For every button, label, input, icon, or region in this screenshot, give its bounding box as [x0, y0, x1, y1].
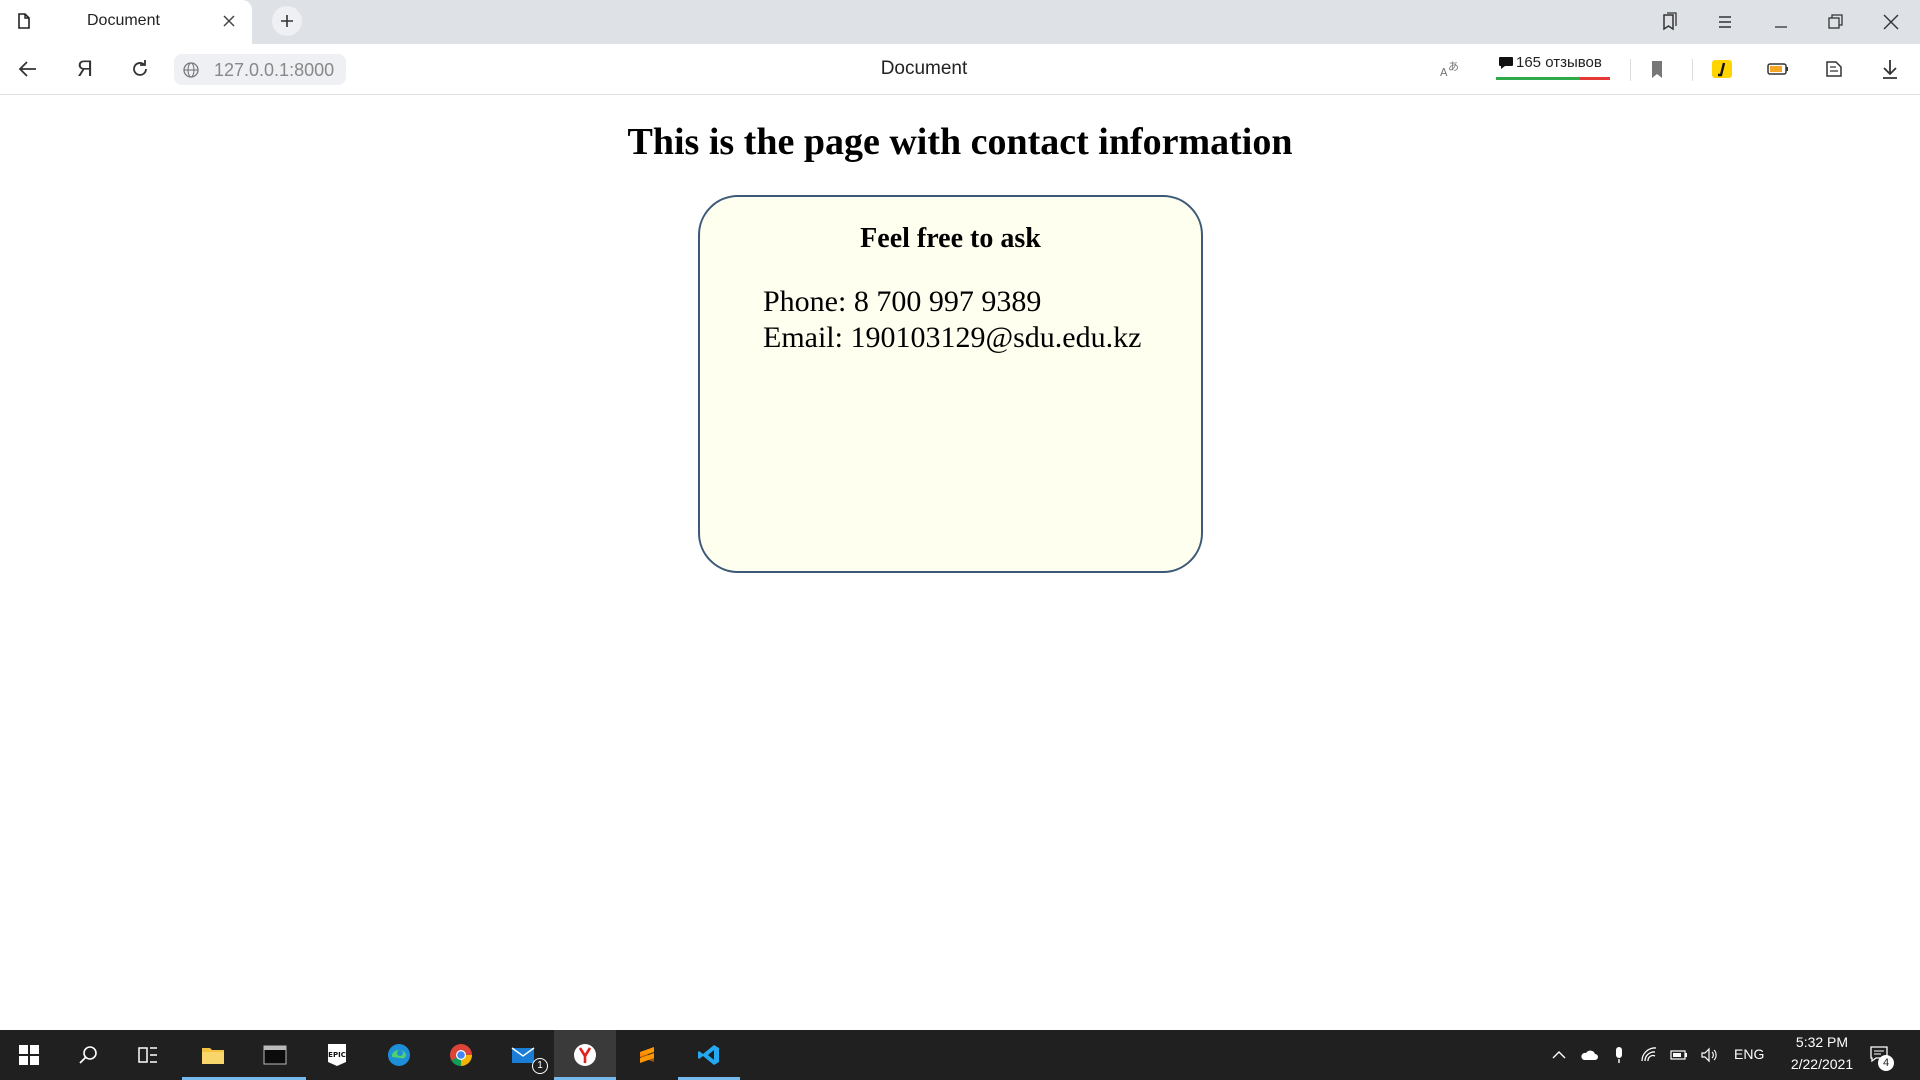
speech-bubble-icon [1499, 57, 1513, 69]
taskbar-file-explorer[interactable] [182, 1030, 244, 1080]
chevron-up-icon[interactable] [1550, 1046, 1568, 1064]
taskbar-mail[interactable]: 1 [492, 1030, 554, 1080]
bookmark-icon[interactable] [1645, 57, 1669, 81]
yandex-icon [574, 1044, 596, 1066]
taskbar-chrome[interactable] [430, 1030, 492, 1080]
taskbar-vscode[interactable] [678, 1030, 740, 1080]
epic-games-icon: EPIC [328, 1044, 346, 1066]
svg-text:あ: あ [1448, 60, 1459, 73]
toolbar-separator [1630, 59, 1631, 81]
volume-icon[interactable] [1700, 1046, 1718, 1064]
translate-icon[interactable]: A あ [1438, 57, 1462, 81]
task-view-icon[interactable] [138, 1045, 158, 1065]
browser-tab[interactable]: Document [0, 0, 252, 44]
clock-time[interactable]: 5:32 PM [1786, 1034, 1858, 1050]
svg-text:A: A [1440, 66, 1448, 79]
folder-icon [202, 1048, 224, 1064]
close-tab-icon[interactable] [222, 14, 236, 28]
lighthouse-extension-icon[interactable] [1710, 57, 1734, 81]
bookmarks-panel-icon[interactable] [1658, 11, 1680, 33]
clock-date[interactable]: 2/22/2021 [1776, 1056, 1868, 1072]
mail-badge: 1 [532, 1058, 548, 1074]
terminal-icon [263, 1045, 287, 1065]
collections-icon[interactable] [1822, 57, 1846, 81]
restore-icon[interactable] [1824, 11, 1846, 33]
email-text: Email: 190103129@sdu.edu.kz [763, 321, 1142, 354]
toolbar-separator [1692, 59, 1693, 81]
reviews-rating-bar [1496, 77, 1610, 80]
chrome-icon [450, 1044, 472, 1066]
reviews-widget[interactable]: 165 отзывов [1496, 50, 1610, 80]
onedrive-cloud-icon[interactable] [1580, 1046, 1598, 1064]
battery-saver-icon[interactable] [1766, 57, 1790, 81]
document-icon [18, 13, 30, 29]
taskbar-edge[interactable] [368, 1030, 430, 1080]
page-content: This is the page with contact informatio… [0, 96, 1920, 1030]
notification-count-badge: 4 [1878, 1055, 1894, 1071]
minimize-icon[interactable] [1770, 11, 1792, 33]
windows-taskbar: EPIC 1 ENG 5:32 PM 2/22/2021 4 [0, 1030, 1920, 1080]
reviews-count: 165 отзывов [1516, 54, 1602, 71]
edge-icon [388, 1044, 410, 1066]
phone-text: Phone: 8 700 997 9389 [763, 285, 1042, 318]
taskbar-yandex-browser[interactable] [554, 1030, 616, 1080]
new-tab-button[interactable] [272, 6, 302, 36]
tab-strip: Document [0, 0, 1920, 44]
sublime-icon [640, 1047, 654, 1063]
microphone-icon[interactable] [1610, 1046, 1628, 1064]
plus-icon [281, 15, 293, 27]
contact-heading: Feel free to ask [860, 223, 1041, 254]
language-indicator[interactable]: ENG [1734, 1046, 1764, 1062]
svg-text:EPIC: EPIC [328, 1051, 346, 1059]
contact-box: Feel free to ask Phone: 8 700 997 9389 E… [698, 195, 1203, 573]
taskbar-terminal[interactable] [244, 1030, 306, 1080]
windows-start-icon[interactable] [19, 1045, 39, 1065]
search-icon[interactable] [78, 1045, 98, 1065]
tab-title: Document [87, 12, 160, 29]
battery-icon[interactable] [1670, 1046, 1688, 1064]
close-window-icon[interactable] [1880, 11, 1902, 33]
browser-toolbar: Я 127.0.0.1:8000 Document A あ 165 отзыво… [0, 44, 1920, 95]
menu-icon[interactable] [1714, 11, 1736, 33]
taskbar-sublime-text[interactable] [616, 1030, 678, 1080]
wifi-icon[interactable] [1640, 1046, 1658, 1064]
download-icon[interactable] [1878, 57, 1902, 81]
taskbar-epic-games[interactable]: EPIC [306, 1030, 368, 1080]
page-heading: This is the page with contact informatio… [627, 121, 1293, 163]
vscode-icon [698, 1045, 719, 1065]
